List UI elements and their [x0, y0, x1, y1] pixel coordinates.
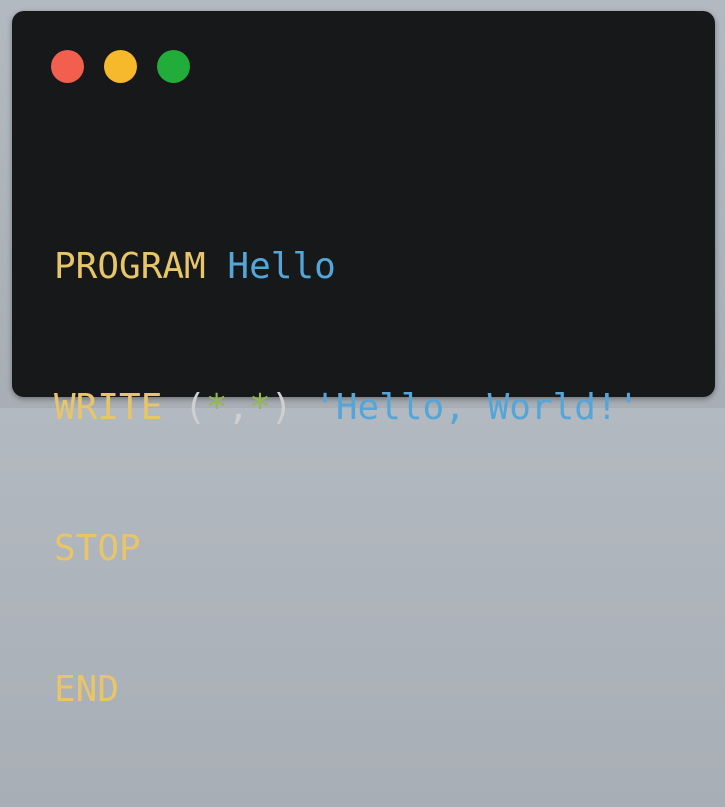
maximize-window-button[interactable]	[157, 50, 190, 83]
minimize-window-button[interactable]	[104, 50, 137, 83]
keyword-program: PROGRAM	[54, 246, 206, 287]
code-line-1: PROGRAM Hello	[54, 243, 639, 290]
code-line-3: STOP	[54, 525, 639, 572]
keyword-stop: STOP	[54, 528, 141, 569]
keyword-end: END	[54, 669, 120, 710]
code-block: PROGRAM Hello WRITE (*,*) 'Hello, World!…	[54, 149, 639, 807]
code-line-4: END	[54, 666, 639, 713]
code-window: PROGRAM Hello WRITE (*,*) 'Hello, World!…	[12, 11, 715, 710]
close-window-button[interactable]	[51, 50, 84, 83]
program-name: Hello	[227, 246, 336, 287]
window-controls	[51, 50, 190, 83]
